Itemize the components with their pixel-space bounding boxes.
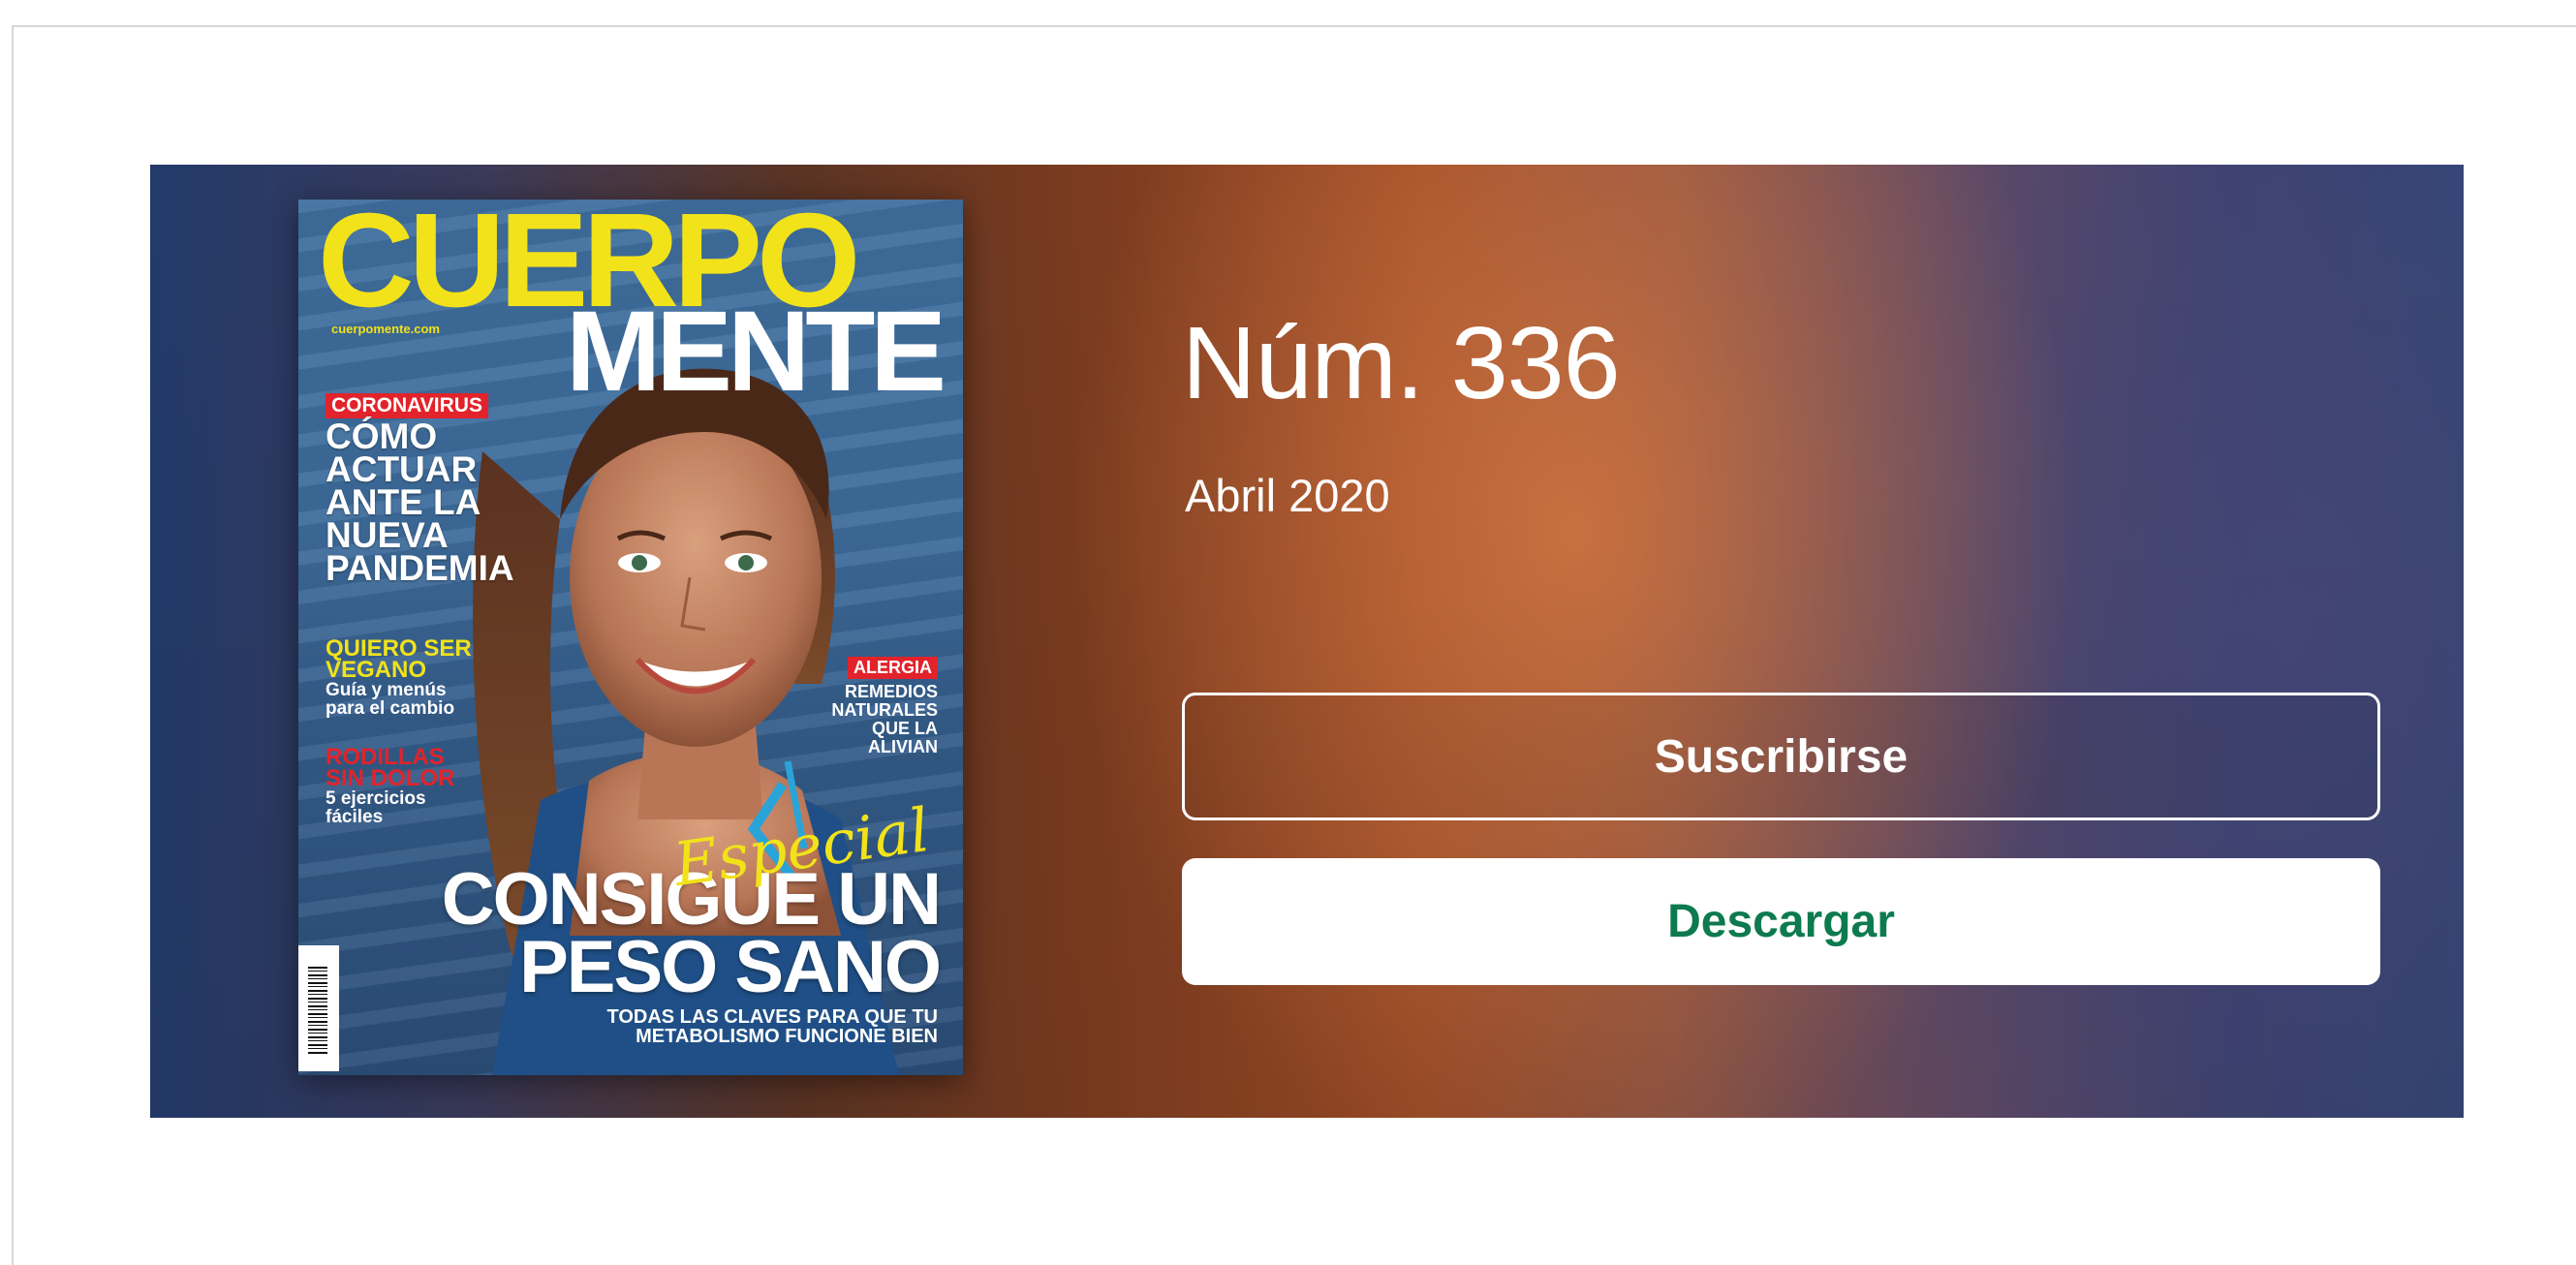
coronavirus-headline: CÓMO ACTUAR ANTE LA NUEVA PANDEMIA <box>326 417 514 588</box>
vegano-subtitle: Guía y menús para el cambio <box>326 680 455 719</box>
cover-vegano-story: QUIERO SER VEGANO Guía y menús para el c… <box>326 635 472 719</box>
cover-logo-mente: MENTE <box>566 288 947 416</box>
alergia-tag: ALERGIA <box>848 657 938 679</box>
rodillas-title: RODILLAS SIN DOLOR <box>326 744 455 791</box>
cover-alergia-story: ALERGIA REMEDIOS NATURALES QUE LA ALIVIA… <box>831 657 938 756</box>
subscribe-button-label: Suscribirse <box>1654 730 1909 783</box>
barcode-bars <box>308 967 327 1054</box>
cover-barcode <box>298 945 339 1071</box>
issue-date: Abril 2020 <box>1185 470 1390 521</box>
issue-hero-banner: CUERPO cuerpomente.com MENTE CORONAVIRUS… <box>150 165 2464 1118</box>
download-button-label: Descargar <box>1667 896 1895 947</box>
cover-rodillas-story: RODILLAS SIN DOLOR 5 ejercicios fáciles <box>326 744 455 827</box>
subscribe-button[interactable]: Suscribirse <box>1182 693 2380 820</box>
coronavirus-tag: CORONAVIRUS <box>326 393 488 418</box>
cover-main-subheadline: TODAS LAS CLAVES PARA QUE TU METABOLISMO… <box>606 1006 938 1047</box>
magazine-cover[interactable]: CUERPO cuerpomente.com MENTE CORONAVIRUS… <box>298 200 963 1075</box>
alergia-text: REMEDIOS NATURALES QUE LA ALIVIAN <box>831 682 938 756</box>
issue-number-title: Núm. 336 <box>1182 306 1621 420</box>
vegano-title: QUIERO SER VEGANO <box>326 635 472 683</box>
cover-site-url: cuerpomente.com <box>331 322 440 336</box>
download-button[interactable]: Descargar <box>1182 858 2380 985</box>
cover-coronavirus-story: CORONAVIRUS CÓMO ACTUAR ANTE LA NUEVA PA… <box>326 393 514 588</box>
rodillas-subtitle: 5 ejercicios fáciles <box>326 788 426 827</box>
